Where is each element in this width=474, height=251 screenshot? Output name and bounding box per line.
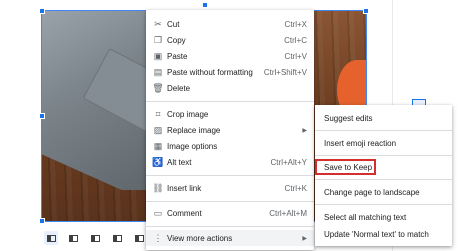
menu-label: Alt text (167, 157, 192, 167)
submenu-separator (315, 155, 452, 156)
submenu-arrow-icon: ▶ (302, 127, 307, 134)
resize-handle-bottom-left[interactable] (39, 218, 45, 224)
menu-item-delete[interactable]: 🗑 Delete (146, 80, 314, 96)
image-options-icon: ▦ (153, 140, 163, 151)
menu-label: Copy (167, 35, 186, 45)
submenu-item-suggest-edits[interactable]: Suggest edits (315, 110, 452, 126)
comment-icon: ▭ (153, 207, 163, 218)
submenu-label: Update 'Normal text' to match (324, 229, 429, 239)
inline-icon[interactable] (44, 231, 58, 245)
menu-label: Image options (167, 141, 218, 151)
menu-shortcut: Ctrl+C (284, 35, 307, 45)
submenu-item-update-normal-text[interactable]: Update 'Normal text' to match (315, 226, 452, 242)
submenu-separator (315, 204, 452, 205)
trash-icon: 🗑 (152, 82, 164, 93)
in-front-of-text-icon[interactable] (132, 231, 146, 245)
more-actions-submenu: Suggest edits Insert emoji reaction Save… (315, 105, 452, 246)
menu-item-image-options[interactable]: ▦ Image options (146, 138, 314, 154)
menu-shortcut: Ctrl+X (284, 19, 307, 29)
menu-shortcut: Ctrl+Alt+Y (270, 157, 307, 167)
crop-icon: ⌗ (155, 108, 161, 119)
menu-label: Delete (167, 83, 191, 93)
save-to-keep-highlight (315, 159, 376, 175)
behind-text-icon[interactable] (110, 231, 124, 245)
menu-item-insert-link[interactable]: ⛓ Insert link Ctrl+K (146, 180, 314, 196)
submenu-separator (315, 130, 452, 131)
menu-item-comment[interactable]: ▭ Comment Ctrl+Alt+M (146, 205, 314, 221)
menu-shortcut: Ctrl+Alt+M (269, 208, 307, 218)
menu-label: Insert link (167, 183, 202, 193)
paste-plain-icon: ▤ (153, 66, 163, 77)
break-text-icon[interactable] (88, 231, 102, 245)
menu-label: Replace image (167, 125, 221, 135)
copy-icon: ❐ (153, 34, 163, 45)
menu-label: Paste without formatting (167, 67, 253, 77)
paste-icon: ▣ (153, 50, 163, 61)
resize-handle-top-left[interactable] (39, 8, 45, 14)
menu-label: Crop image (167, 109, 209, 119)
replace-image-icon: ▨ (153, 124, 163, 135)
submenu-label: Suggest edits (324, 113, 373, 123)
menu-label: Paste (167, 51, 188, 61)
menu-separator (146, 175, 314, 176)
menu-shortcut: Ctrl+Shift+V (263, 67, 307, 77)
menu-item-paste-without-formatting[interactable]: ▤ Paste without formatting Ctrl+Shift+V (146, 64, 314, 80)
menu-item-crop-image[interactable]: ⌗ Crop image (146, 106, 314, 122)
submenu-label: Select all matching text (324, 212, 407, 222)
menu-label: Cut (167, 19, 180, 29)
menu-item-alt-text[interactable]: ♿ Alt text Ctrl+Alt+Y (146, 154, 314, 170)
alt-text-icon: ♿ (152, 156, 164, 167)
resize-handle-middle-left[interactable] (39, 113, 45, 119)
link-icon: ⛓ (152, 182, 164, 193)
submenu-arrow-icon: ▶ (302, 235, 307, 242)
menu-item-view-more-actions[interactable]: ⋮ View more actions ▶ (146, 230, 314, 246)
menu-item-copy[interactable]: ❐ Copy Ctrl+C (146, 32, 314, 48)
menu-item-replace-image[interactable]: ▨ Replace image ▶ (146, 122, 314, 138)
menu-separator (146, 201, 314, 202)
submenu-item-insert-emoji-reaction[interactable]: Insert emoji reaction (315, 135, 452, 151)
menu-shortcut: Ctrl+K (284, 183, 307, 193)
menu-item-paste[interactable]: ▣ Paste Ctrl+V (146, 48, 314, 64)
submenu-separator (315, 179, 452, 180)
menu-label: View more actions (167, 233, 233, 243)
submenu-label: Change page to landscape (324, 187, 420, 197)
more-vert-icon: ⋮ (153, 232, 163, 243)
menu-shortcut: Ctrl+V (284, 51, 307, 61)
submenu-item-change-page-to-landscape[interactable]: Change page to landscape (315, 184, 452, 200)
menu-separator (146, 226, 314, 227)
resize-handle-top-right[interactable] (363, 8, 369, 14)
context-menu: ✂ Cut Ctrl+X ❐ Copy Ctrl+C ▣ Paste Ctrl+… (146, 10, 314, 250)
resize-handle-top-center[interactable] (202, 2, 208, 8)
menu-item-cut[interactable]: ✂ Cut Ctrl+X (146, 16, 314, 32)
scissors-icon: ✂ (154, 18, 162, 29)
menu-label: Comment (167, 208, 202, 218)
wrap-text-icon[interactable] (66, 231, 80, 245)
submenu-label: Insert emoji reaction (324, 138, 397, 148)
submenu-item-select-all-matching-text[interactable]: Select all matching text (315, 209, 452, 225)
menu-separator (146, 101, 314, 102)
